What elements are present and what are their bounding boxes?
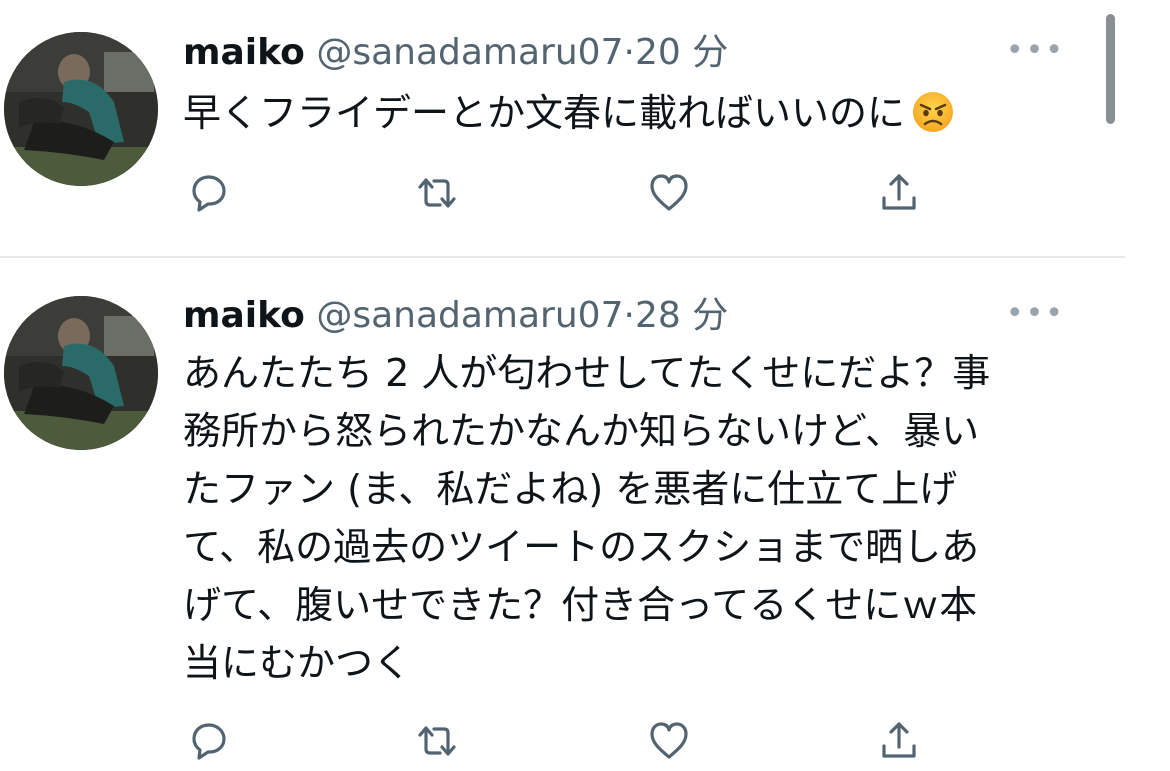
author-name[interactable]: maiko — [183, 295, 305, 336]
more-options-icon[interactable]: ••• — [1006, 31, 1065, 71]
tweet[interactable]: maiko @sanadamaru07·28 分 ••• あんたたち 2 人が匂… — [0, 258, 1125, 771]
retweet-icon[interactable] — [412, 168, 462, 218]
tweet-actions — [184, 168, 944, 218]
tweet-text: 早くフライデーとか文春に載ればいいのに — [183, 84, 1083, 142]
scrollbar[interactable] — [1106, 14, 1115, 124]
timeline: maiko @sanadamaru07·20 分 ••• 早くフライデーとか文春… — [0, 0, 1170, 771]
like-icon[interactable] — [644, 716, 694, 766]
avatar[interactable] — [4, 296, 158, 450]
reply-icon[interactable] — [184, 716, 234, 766]
tweet-text-content: 早くフライデーとか文春に載ればいいのに — [183, 91, 906, 135]
share-icon[interactable] — [874, 716, 924, 766]
avatar[interactable] — [4, 32, 158, 186]
separator: · — [623, 295, 635, 336]
reply-icon[interactable] — [184, 168, 234, 218]
retweet-icon[interactable] — [412, 716, 462, 766]
author-name[interactable]: maiko — [183, 32, 305, 73]
like-icon[interactable] — [644, 168, 694, 218]
timestamp[interactable]: 20 分 — [635, 32, 728, 73]
share-icon[interactable] — [874, 168, 924, 218]
tweet-text: あんたたち 2 人が匂わせしてたくせにだよ？事 務所から怒られたかなんか知らない… — [183, 351, 991, 685]
more-options-icon[interactable]: ••• — [1006, 294, 1065, 334]
tweet-header: maiko @sanadamaru07·20 分 ••• — [183, 31, 1113, 75]
author-handle[interactable]: @sanadamaru07 — [316, 295, 623, 336]
separator: · — [623, 32, 635, 73]
tweet[interactable]: maiko @sanadamaru07·20 分 ••• 早くフライデーとか文春… — [0, 0, 1125, 258]
tweet-actions — [184, 716, 944, 766]
angry-face-icon — [911, 90, 955, 134]
timestamp[interactable]: 28 分 — [635, 295, 728, 336]
author-handle[interactable]: @sanadamaru07 — [316, 32, 623, 73]
tweet-header: maiko @sanadamaru07·28 分 ••• — [183, 294, 1113, 338]
